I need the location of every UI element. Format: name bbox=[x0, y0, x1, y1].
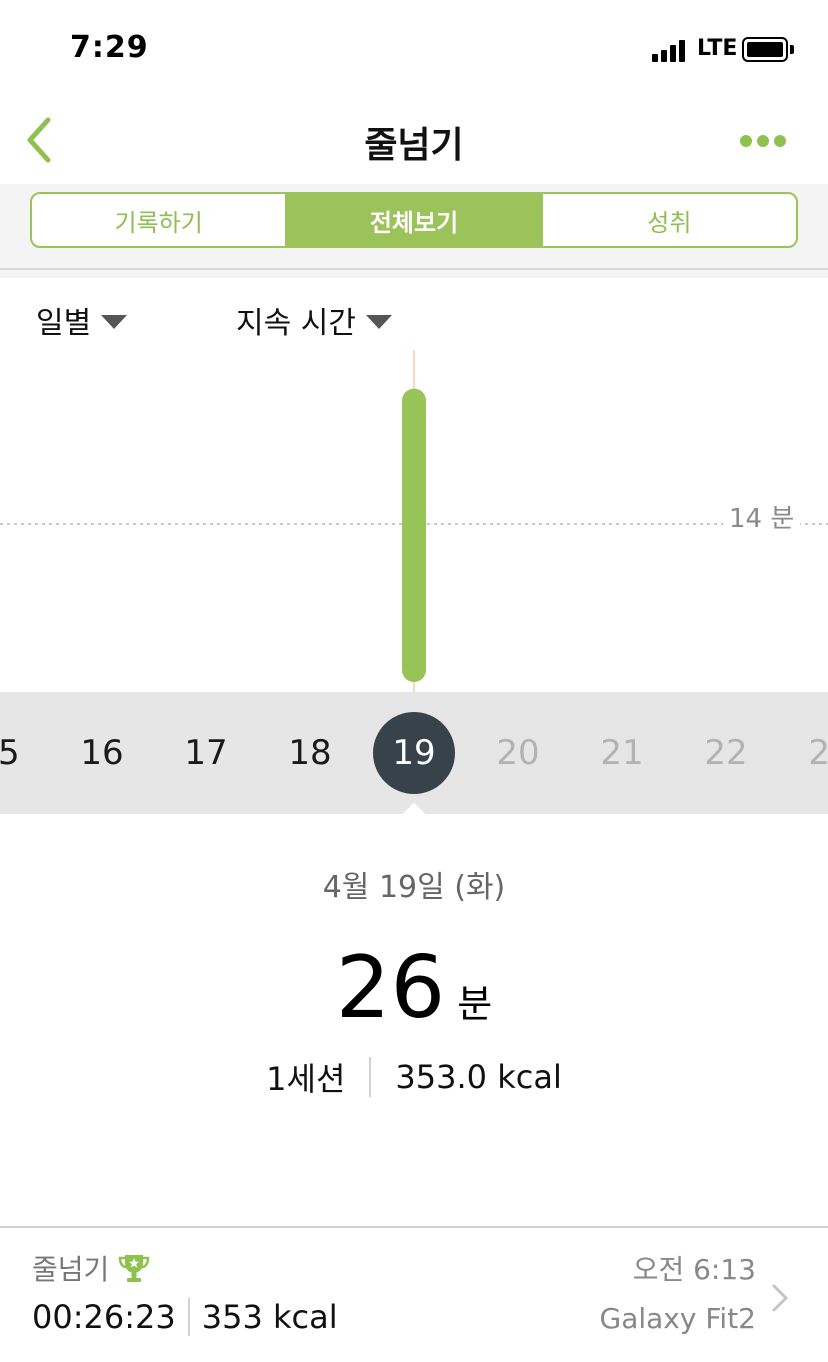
battery-icon bbox=[742, 37, 788, 62]
battery-tip bbox=[790, 45, 794, 54]
status-bar: 7:29 LTE bbox=[0, 0, 828, 100]
day-label: 23 bbox=[808, 733, 828, 773]
segmented-control: 기록하기 전체보기 성취 bbox=[30, 192, 798, 248]
summary-sessions: 1세션 bbox=[266, 1060, 346, 1098]
summary-date: 4월 19일 (화) bbox=[322, 870, 506, 905]
chart-bar bbox=[402, 388, 426, 682]
caret-down-icon bbox=[365, 315, 392, 329]
metric-dropdown[interactable]: 지속 시간 bbox=[236, 298, 392, 342]
tab-achievements[interactable]: 성취 bbox=[540, 194, 796, 246]
duration-chart: 14 분 bbox=[0, 346, 828, 692]
more-dot-icon bbox=[774, 135, 786, 147]
divider bbox=[369, 1057, 372, 1097]
workout-record-row[interactable]: 줄넘기 오전 6:13 00:26:23 353 kcal Galaxy Fit… bbox=[0, 1226, 828, 1362]
nav-bar: 줄넘기 bbox=[0, 100, 828, 184]
chevron-right-icon bbox=[772, 1284, 788, 1312]
metric-label: 지속 시간 bbox=[236, 306, 356, 341]
tab-record[interactable]: 기록하기 bbox=[32, 194, 285, 246]
status-time: 7:29 bbox=[70, 30, 149, 65]
divider bbox=[0, 270, 828, 278]
day-item[interactable]: 22 bbox=[684, 692, 768, 814]
chart-canvas bbox=[0, 350, 828, 692]
day-label: 16 bbox=[80, 733, 124, 773]
day-selector: 15 16 17 18 19 20 21 22 23 bbox=[0, 692, 828, 814]
day-item[interactable]: 20 bbox=[476, 692, 560, 814]
record-name: 줄넘기 bbox=[32, 1248, 151, 1288]
caret-down-icon bbox=[101, 315, 128, 329]
segment-area: 기록하기 전체보기 성취 bbox=[0, 184, 828, 270]
summary-calories: 353.0 kcal bbox=[395, 1058, 562, 1096]
trophy-icon bbox=[119, 1255, 150, 1282]
page-title: 줄넘기 bbox=[364, 125, 464, 166]
record-device: Galaxy Fit2 bbox=[599, 1302, 756, 1335]
more-options-button[interactable] bbox=[732, 126, 792, 156]
day-item[interactable]: 23 bbox=[788, 692, 828, 814]
tab-overview[interactable]: 전체보기 bbox=[285, 194, 541, 246]
divider bbox=[187, 1298, 190, 1336]
network-type: LTE bbox=[697, 36, 738, 61]
summary-meta: 1세션 353.0 kcal bbox=[0, 1054, 828, 1100]
day-item[interactable]: 16 bbox=[60, 692, 144, 814]
day-label: 19 bbox=[392, 733, 436, 773]
summary-unit: 분 bbox=[457, 982, 493, 1026]
day-item[interactable]: 17 bbox=[164, 692, 248, 814]
record-name-label: 줄넘기 bbox=[32, 1253, 110, 1286]
reference-line-label: 14 분 bbox=[723, 498, 801, 535]
record-calories: 353 kcal bbox=[201, 1298, 338, 1336]
day-label: 17 bbox=[184, 733, 228, 773]
signal-icon bbox=[652, 38, 692, 62]
day-item[interactable]: 18 bbox=[268, 692, 352, 814]
day-item-selected[interactable]: 19 bbox=[372, 692, 456, 814]
summary-value: 26 bbox=[335, 938, 446, 1038]
summary-total: 26 분 bbox=[0, 938, 828, 1038]
day-label: 22 bbox=[704, 733, 748, 773]
day-label: 21 bbox=[600, 733, 644, 773]
period-dropdown[interactable]: 일별 bbox=[36, 298, 128, 342]
day-label: 20 bbox=[496, 733, 540, 773]
day-item[interactable]: 15 bbox=[0, 692, 40, 814]
record-stats: 00:26:23 353 kcal bbox=[32, 1298, 338, 1336]
more-dot-icon bbox=[740, 135, 752, 147]
more-dot-icon bbox=[757, 135, 769, 147]
day-label: 15 bbox=[0, 733, 20, 773]
day-item[interactable]: 21 bbox=[580, 692, 664, 814]
record-duration: 00:26:23 bbox=[32, 1298, 176, 1336]
record-time: 오전 6:13 bbox=[632, 1253, 756, 1286]
period-label: 일별 bbox=[36, 306, 92, 341]
day-label: 18 bbox=[288, 733, 332, 773]
